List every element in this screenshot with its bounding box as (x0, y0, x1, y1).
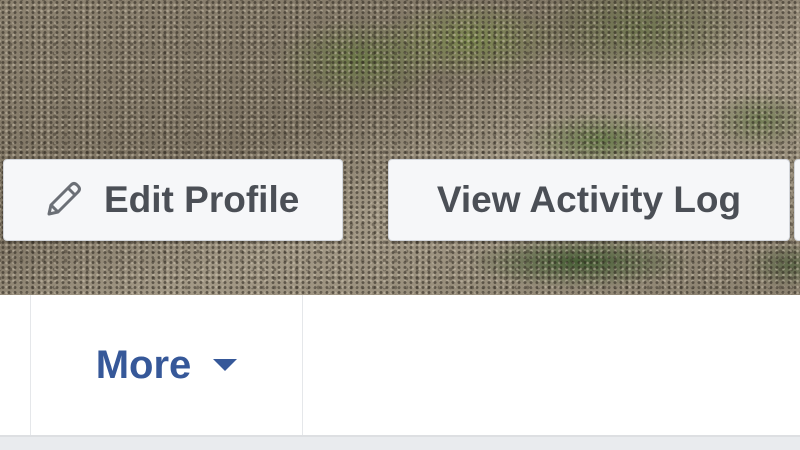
pencil-icon (40, 177, 86, 223)
caret-down-icon (213, 359, 238, 371)
view-activity-log-button[interactable]: View Activity Log (388, 159, 790, 241)
page-background (0, 435, 800, 450)
more-tab[interactable]: More (31, 295, 302, 435)
nav-divider (302, 295, 303, 435)
cover-photo[interactable] (0, 0, 800, 295)
view-activity-log-label: View Activity Log (436, 179, 742, 220)
profile-nav-bar: More (0, 295, 800, 435)
overflow-button[interactable] (794, 159, 800, 241)
more-tab-label: More (95, 342, 192, 387)
edit-profile-label: Edit Profile (104, 179, 300, 220)
edit-profile-button[interactable]: Edit Profile (3, 159, 343, 241)
